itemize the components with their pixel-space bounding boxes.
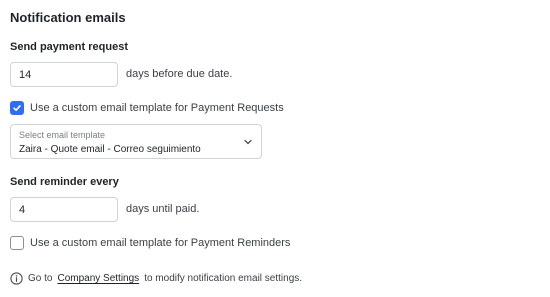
payment-request-template-label: Use a custom email template for Payment …: [30, 102, 284, 114]
payment-request-template-checkbox[interactable]: [10, 101, 24, 115]
reminder-label: Send reminder every: [10, 176, 119, 188]
email-template-select[interactable]: Select email template Zaira - Quote emai…: [10, 124, 262, 159]
info-prefix: Go to: [28, 273, 53, 284]
info-icon: [10, 272, 23, 285]
payment-request-days-suffix: days before due date.: [126, 68, 233, 80]
section-title: Notification emails: [10, 10, 126, 25]
payment-request-label: Send payment request: [10, 41, 128, 53]
reminder-days-input[interactable]: [10, 197, 118, 222]
email-template-select-label: Select email template: [19, 130, 106, 140]
company-settings-link[interactable]: Company Settings: [57, 273, 139, 284]
reminder-template-option[interactable]: Use a custom email template for Payment …: [10, 236, 290, 250]
settings-info: Go to Company Settings to modify notific…: [10, 272, 302, 285]
checkmark-icon: [13, 105, 21, 111]
reminder-template-label: Use a custom email template for Payment …: [30, 237, 291, 249]
email-template-select-value: Zaira - Quote email - Correo seguimiento: [19, 144, 201, 155]
payment-request-days-input[interactable]: [10, 62, 118, 87]
chevron-down-icon: [244, 139, 252, 145]
payment-request-template-option[interactable]: Use a custom email template for Payment …: [10, 101, 284, 115]
reminder-template-checkbox[interactable]: [10, 236, 24, 250]
reminder-days-suffix: days until paid.: [126, 203, 200, 215]
info-suffix: to modify notification email settings.: [144, 273, 303, 284]
